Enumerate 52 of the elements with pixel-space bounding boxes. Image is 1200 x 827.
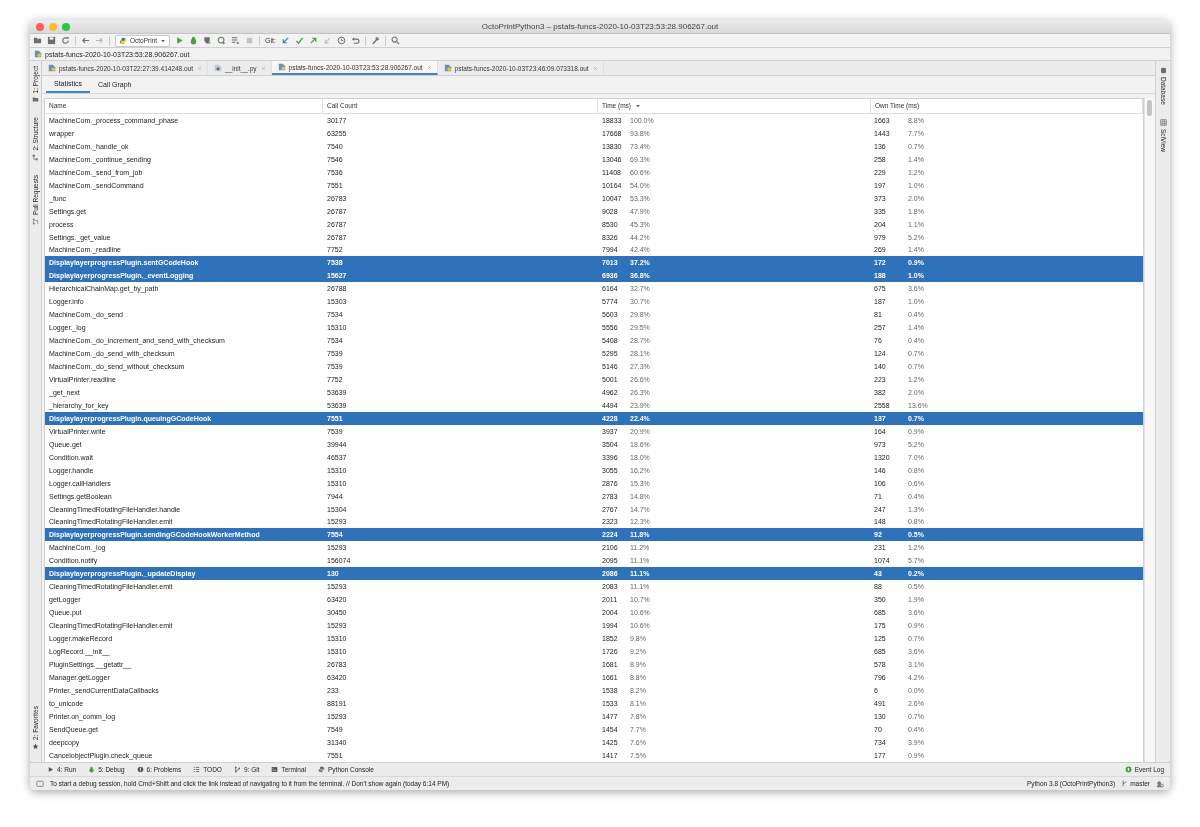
pull-request-icon <box>32 218 39 226</box>
profile-file-icon <box>48 64 56 72</box>
profile-file-icon <box>443 64 452 72</box>
event-log-icon <box>1124 766 1132 773</box>
update-arrow-icon[interactable] <box>281 36 290 45</box>
star-icon <box>32 743 39 750</box>
database-icon <box>1159 67 1167 74</box>
save-icon[interactable] <box>47 36 56 45</box>
profile-icon[interactable] <box>217 36 227 45</box>
push-arrow-icon[interactable] <box>309 36 318 45</box>
run-icon[interactable] <box>175 36 185 45</box>
python-file-icon <box>214 64 223 72</box>
window-title: OctoPrintPython3 – pstats-funcs-2020-10-03T23:53:28.906267.out <box>481 22 719 31</box>
python-icon <box>318 766 325 773</box>
list-icon <box>193 766 201 773</box>
message-icon[interactable] <box>36 779 44 788</box>
branch-icon <box>1121 780 1129 787</box>
folder-icon <box>32 96 39 104</box>
pull-arrow-icon[interactable] <box>323 36 332 45</box>
profile-file-icon <box>277 63 286 71</box>
terminal-icon <box>271 766 279 773</box>
forward-arrow-icon[interactable] <box>95 36 104 45</box>
scrollbar-thumb[interactable] <box>1147 100 1152 116</box>
close-window-button[interactable] <box>36 22 44 31</box>
profile-file-icon <box>34 50 42 58</box>
bug-icon <box>88 766 96 773</box>
run-icon <box>47 766 54 773</box>
rollback-icon[interactable] <box>351 36 360 45</box>
inspector-icon[interactable] <box>1156 779 1164 788</box>
history-clock-icon[interactable] <box>337 36 346 45</box>
open-folder-icon[interactable] <box>33 36 42 45</box>
commit-check-icon[interactable] <box>295 36 304 45</box>
back-arrow-icon[interactable] <box>81 36 90 45</box>
search-icon[interactable] <box>391 36 400 45</box>
stop-icon[interactable] <box>245 36 255 45</box>
structure-icon <box>32 154 39 162</box>
close-icon[interactable] <box>591 64 599 72</box>
git-branch-icon <box>233 766 241 773</box>
refresh-icon[interactable] <box>61 36 70 45</box>
coverage-icon[interactable] <box>203 36 213 45</box>
scrollbar[interactable] <box>1144 98 1155 762</box>
run-concurrency-icon[interactable] <box>231 36 241 45</box>
problems-icon <box>136 766 144 773</box>
caret-icon <box>160 37 167 44</box>
debug-bug-icon[interactable] <box>189 36 199 45</box>
zoom-window-button[interactable] <box>62 22 70 31</box>
close-icon[interactable] <box>196 64 204 72</box>
wrench-icon[interactable] <box>371 36 380 45</box>
close-icon[interactable] <box>425 63 433 71</box>
close-icon[interactable] <box>259 64 267 72</box>
grid-icon <box>1159 118 1167 126</box>
python-icon <box>119 36 127 45</box>
